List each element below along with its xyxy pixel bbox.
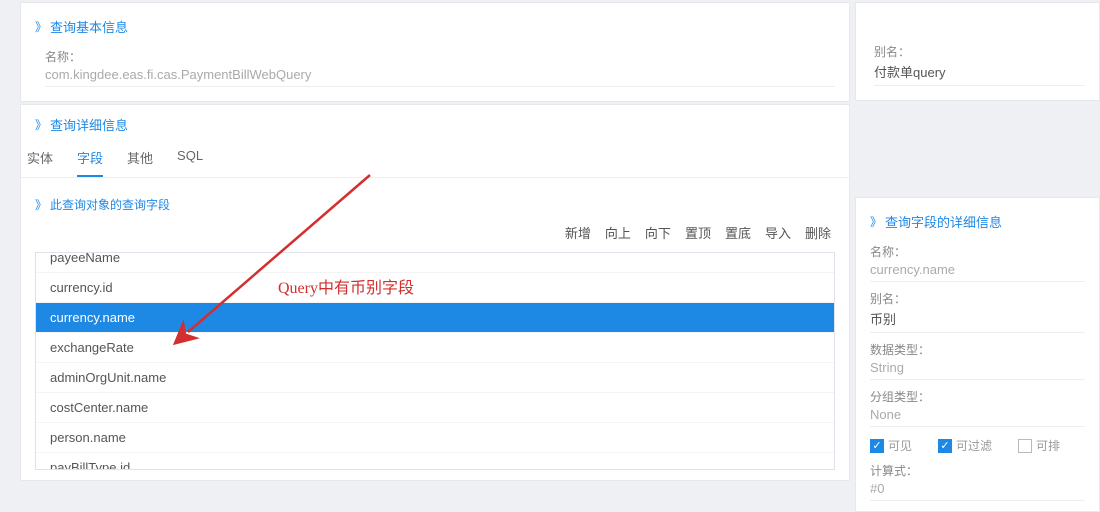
list-item[interactable]: person.name [36,423,834,453]
fd-calc-label: 计算式： [870,462,1085,479]
checkbox-icon [1018,439,1032,453]
sort-checkbox[interactable]: 可排 [1018,437,1060,454]
down-button[interactable]: 向下 [645,223,671,242]
visible-label: 可见 [888,437,912,454]
fd-dtype-label: 数据类型： [870,341,1085,358]
import-button[interactable]: 导入 [765,223,791,242]
detail-info-header[interactable]: 》 查询详细信息 [21,105,849,138]
filter-label: 可过滤 [956,437,992,454]
fd-name-label: 名称： [870,243,1085,260]
basic-info-header[interactable]: 》 查询基本信息 [35,13,835,40]
query-fields-title: 此查询对象的查询字段 [50,196,170,213]
tab-other[interactable]: 其他 [127,148,153,177]
up-button[interactable]: 向上 [605,223,631,242]
bottom-button[interactable]: 置底 [725,223,751,242]
delete-button[interactable]: 删除 [805,223,831,242]
alias-label: 别名： [874,43,1085,60]
filter-checkbox[interactable]: ✓ 可过滤 [938,437,992,454]
chevron-right-icon: 》 [870,213,879,230]
fd-gtype-value[interactable]: None [870,407,1085,427]
tab-field[interactable]: 字段 [77,148,103,177]
fd-gtype-label: 分组类型： [870,388,1085,405]
field-toolbar: 新增 向上 向下 置顶 置底 导入 删除 [35,217,835,252]
list-item[interactable]: payeeName [36,252,834,273]
fd-alias-label: 别名： [870,290,1085,307]
chevron-right-icon: 》 [35,116,44,133]
list-item[interactable]: payBillType.id [36,453,834,470]
name-label: 名称： [45,48,835,65]
fd-calc-value[interactable]: #0 [870,481,1085,501]
tab-entity[interactable]: 实体 [27,148,53,177]
list-item[interactable]: costCenter.name [36,393,834,423]
fd-name-value[interactable]: currency.name [870,262,1085,282]
list-item[interactable]: currency.name [36,303,834,333]
name-value[interactable]: com.kingdee.eas.fi.cas.PaymentBillWebQue… [45,67,835,87]
chevron-right-icon: 》 [35,196,44,213]
list-item[interactable]: currency.id [36,273,834,303]
basic-info-title: 查询基本信息 [50,17,128,36]
query-fields-header[interactable]: 》 此查询对象的查询字段 [35,192,835,217]
chevron-right-icon: 》 [35,18,44,35]
detail-info-title: 查询详细信息 [50,115,128,134]
top-button[interactable]: 置顶 [685,223,711,242]
checkmark-icon: ✓ [870,439,884,453]
field-detail-header[interactable]: 》 查询字段的详细信息 [870,208,1085,235]
list-item[interactable]: adminOrgUnit.name [36,363,834,393]
fd-dtype-value[interactable]: String [870,360,1085,380]
add-button[interactable]: 新增 [565,223,591,242]
fd-alias-value[interactable]: 币别 [870,309,1085,333]
alias-value[interactable]: 付款单query [874,62,1085,86]
field-detail-title: 查询字段的详细信息 [885,212,1002,231]
list-item[interactable]: exchangeRate [36,333,834,363]
sort-label: 可排 [1036,437,1060,454]
visible-checkbox[interactable]: ✓ 可见 [870,437,912,454]
tab-sql[interactable]: SQL [177,148,203,177]
checkmark-icon: ✓ [938,439,952,453]
field-list[interactable]: payeeNamecurrency.idcurrency.nameexchang… [35,252,835,470]
